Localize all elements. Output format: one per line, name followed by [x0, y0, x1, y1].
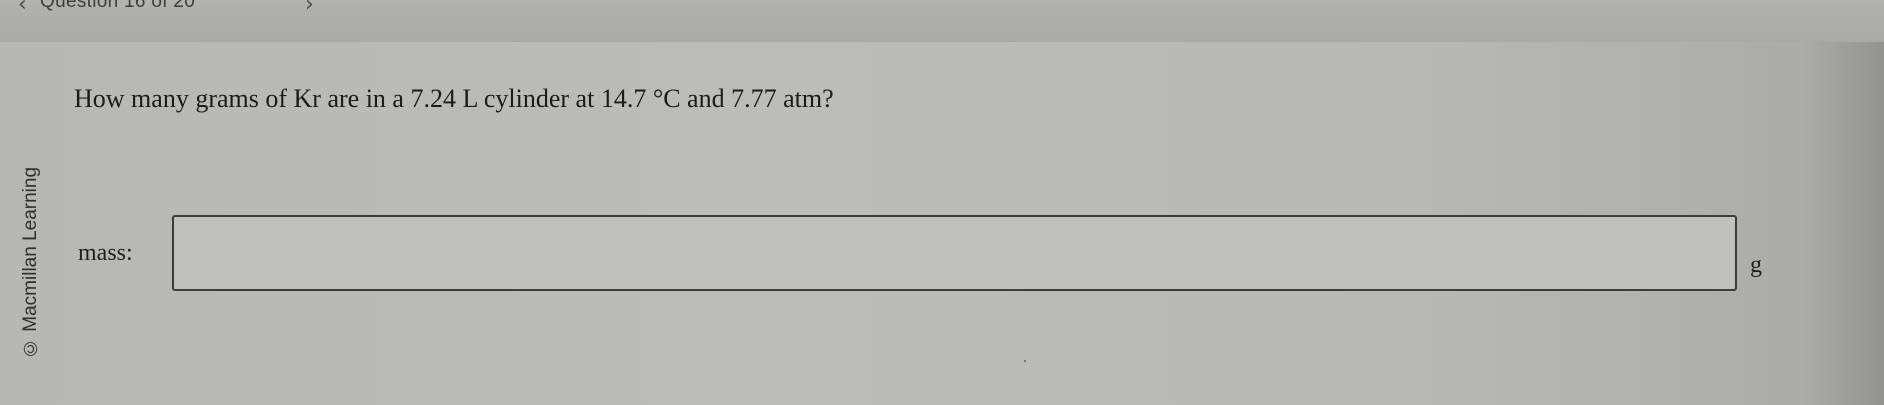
question-nav-bar: ‹ Question 16 of 20 ›: [0, 0, 1884, 42]
chevron-right-icon[interactable]: ›: [305, 0, 314, 17]
unit-label: g: [1750, 252, 1762, 278]
question-counter: Question 16 of 20: [40, 0, 196, 12]
mass-field-label: mass:: [78, 240, 133, 266]
copyright-notice: © Macmillan Learning: [20, 166, 41, 358]
chevron-left-icon[interactable]: ‹: [18, 0, 27, 17]
mass-answer-input[interactable]: [172, 215, 1737, 291]
surface-speck: [1024, 360, 1026, 362]
question-prompt: How many grams of Kr are in a 7.24 L cyl…: [74, 84, 834, 113]
